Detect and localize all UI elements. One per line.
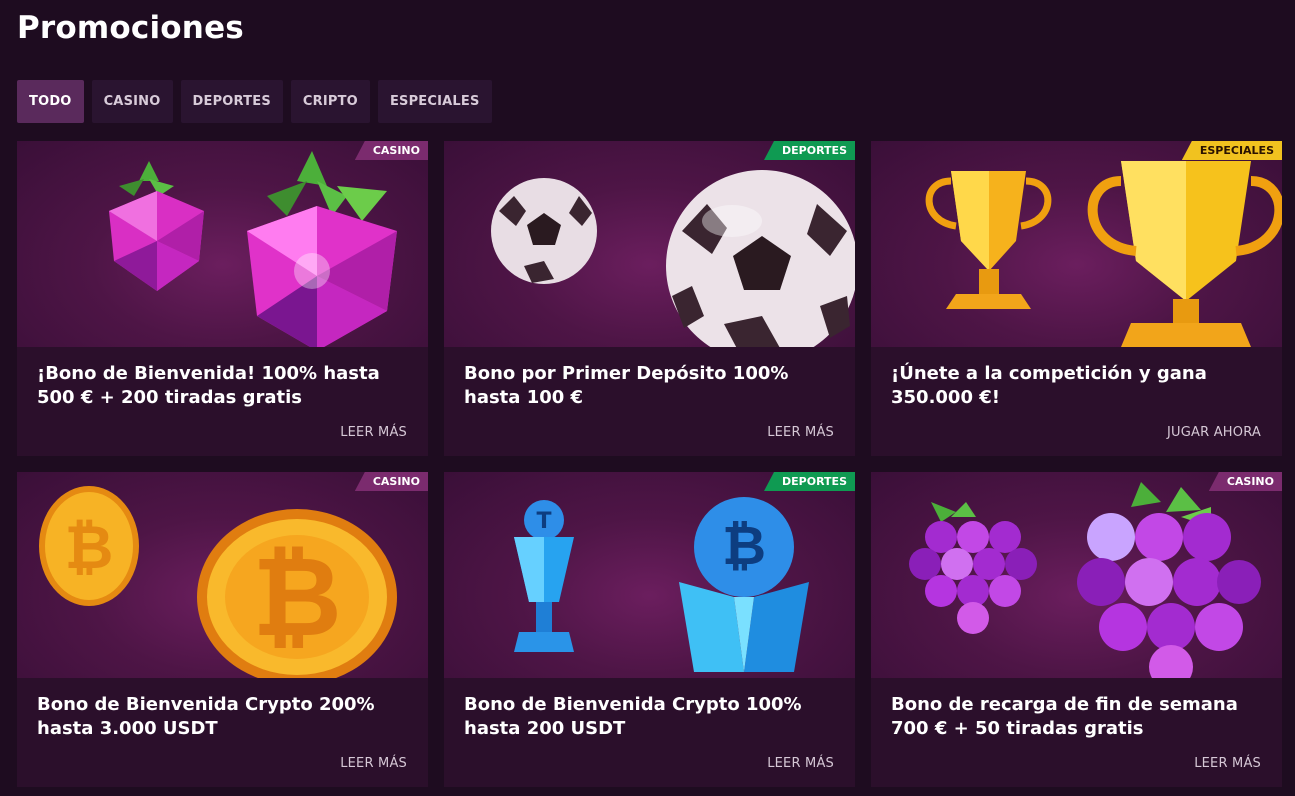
promo-title: ¡Únete a la competición y gana 350.000 €… bbox=[891, 363, 1207, 408]
read-more-link[interactable]: LEER MÁS bbox=[767, 756, 834, 771]
read-more-link[interactable]: LEER MÁS bbox=[767, 425, 834, 440]
promo-card-weekend-reload[interactable]: CASINO Bono de recarga de fin de semana … bbox=[871, 472, 1282, 787]
svg-text:T: T bbox=[536, 509, 551, 534]
svg-text:₿: ₿ bbox=[252, 533, 342, 661]
read-more-link[interactable]: LEER MÁS bbox=[1194, 756, 1261, 771]
play-now-link[interactable]: JUGAR AHORA bbox=[1167, 425, 1261, 440]
promo-art bbox=[444, 141, 855, 347]
category-badge: CASINO bbox=[1208, 472, 1282, 491]
promo-card-crypto-200[interactable]: ₿ ₿ CASINO Bono de Bienvenida Crypto 200… bbox=[17, 472, 428, 787]
bitcoin-coin-icon: ₿ ₿ bbox=[39, 486, 397, 678]
raspberry-icon bbox=[109, 151, 397, 347]
category-badge: DEPORTES bbox=[764, 472, 855, 491]
svg-text:₿: ₿ bbox=[65, 513, 114, 583]
tab-deportes[interactable]: DEPORTES bbox=[180, 80, 283, 123]
promo-art bbox=[871, 472, 1282, 678]
tab-cripto[interactable]: CRIPTO bbox=[290, 80, 370, 123]
read-more-link[interactable]: LEER MÁS bbox=[340, 756, 407, 771]
promo-art bbox=[871, 141, 1282, 347]
crypto-trophy-icon: T ₿ bbox=[514, 497, 809, 672]
promo-title: Bono por Primer Depósito 100% hasta 100 … bbox=[464, 363, 789, 408]
promo-title: ¡Bono de Bienvenida! 100% hasta 500 € + … bbox=[37, 363, 380, 408]
soccer-ball-icon bbox=[491, 170, 855, 347]
read-more-link[interactable]: LEER MÁS bbox=[340, 425, 407, 440]
category-badge: ESPECIALES bbox=[1181, 141, 1282, 160]
promo-title: Bono de recarga de fin de semana 700 € +… bbox=[891, 694, 1238, 739]
promo-art bbox=[17, 141, 428, 347]
grapes-icon bbox=[909, 482, 1261, 678]
promo-title: Bono de Bienvenida Crypto 200% hasta 3.0… bbox=[37, 694, 375, 739]
promo-art: T ₿ bbox=[444, 472, 855, 678]
promo-card-first-deposit[interactable]: DEPORTES Bono por Primer Depósito 100% h… bbox=[444, 141, 855, 456]
tab-casino[interactable]: CASINO bbox=[91, 80, 173, 123]
category-badge: DEPORTES bbox=[764, 141, 855, 160]
page-title: Promociones bbox=[17, 10, 244, 46]
promo-card-welcome-bonus[interactable]: CASINO ¡Bono de Bienvenida! 100% hasta 5… bbox=[17, 141, 428, 456]
promo-title: Bono de Bienvenida Crypto 100% hasta 200… bbox=[464, 694, 802, 739]
promo-card-competition[interactable]: ESPECIALES ¡Únete a la competición y gan… bbox=[871, 141, 1282, 456]
tab-especiales[interactable]: ESPECIALES bbox=[377, 80, 492, 123]
svg-text:₿: ₿ bbox=[722, 514, 766, 577]
trophy-icon bbox=[925, 161, 1282, 347]
category-badge: CASINO bbox=[354, 141, 428, 160]
category-tabs: TODO CASINO DEPORTES CRIPTO ESPECIALES bbox=[17, 80, 492, 123]
tab-todo[interactable]: TODO bbox=[17, 80, 84, 123]
promo-art: ₿ ₿ bbox=[17, 472, 428, 678]
category-badge: CASINO bbox=[354, 472, 428, 491]
promo-card-crypto-100[interactable]: T ₿ DEPORTES Bono de Bienvenida Crypto 1… bbox=[444, 472, 855, 787]
